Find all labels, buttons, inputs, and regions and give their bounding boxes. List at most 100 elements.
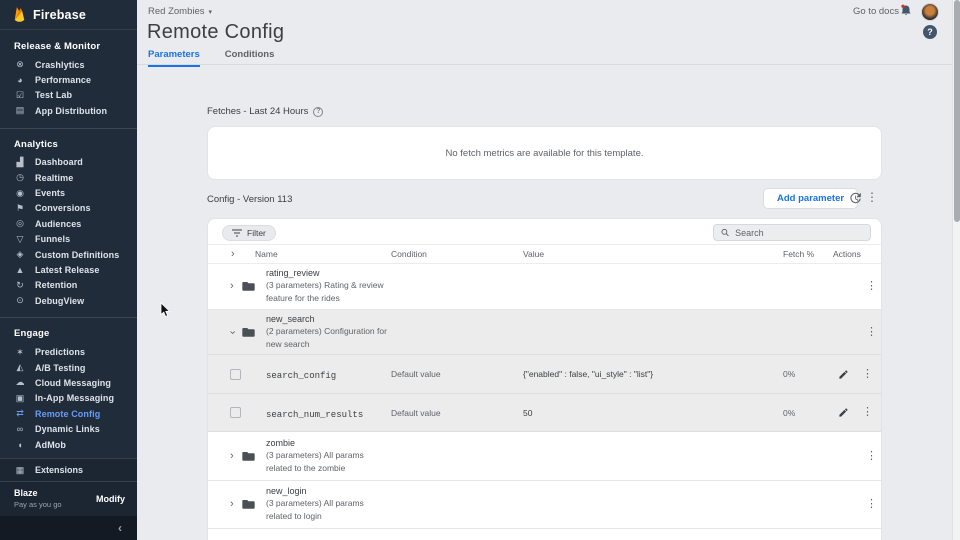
sidebar-item-in-app-messaging[interactable]: ▣In-App Messaging (0, 391, 137, 406)
go-to-docs-link[interactable]: Go to docs (853, 6, 899, 17)
sidebar-item-conversions[interactable]: ⚑Conversions (0, 201, 137, 216)
sidebar-item-admob[interactable]: ◖AdMob (0, 437, 137, 452)
notifications-bell-icon[interactable] (900, 4, 912, 22)
sidebar-item-label: Performance (35, 75, 91, 85)
dashboard-icon: ▟ (14, 157, 26, 168)
row-actions-cell: ⋮ (833, 281, 882, 292)
table-row-search-config[interactable]: search_configDefault value{"enabled" : f… (208, 355, 881, 394)
search-input[interactable] (735, 228, 863, 238)
fetches-label-text: Fetches - Last 24 Hours (207, 106, 308, 117)
row-name-cell: zombie(3 parameters) All params related … (266, 438, 391, 475)
sidebar-item-a-b-testing[interactable]: ◭A/B Testing (0, 360, 137, 375)
sidebar-item-predictions[interactable]: ✶Predictions (0, 344, 137, 359)
row-actions-cell: ⋮ (833, 369, 882, 380)
test-lab-icon: ☑ (14, 90, 26, 101)
plan-name: Blaze (14, 488, 62, 498)
collapse-sidebar-icon[interactable]: ‹ (118, 522, 122, 534)
sidebar-item-label: Retention (35, 280, 77, 290)
predictions-icon: ✶ (14, 347, 26, 358)
sidebar-item-audiences[interactable]: ◎Audiences (0, 216, 137, 231)
realtime-icon: ◷ (14, 172, 26, 183)
config-overflow-menu-icon[interactable]: ⋮ (866, 190, 878, 204)
table-row-rating-review[interactable]: › rating_review(3 parameters) Rating & re… (208, 264, 881, 310)
sidebar-item-test-lab[interactable]: ☑ Test Lab (0, 88, 137, 103)
sidebar-item-crashlytics[interactable]: ⊗Crashlytics (0, 57, 137, 72)
edit-pencil-icon[interactable] (838, 407, 849, 418)
sidebar-item-custom-definitions[interactable]: ◈Custom Definitions (0, 247, 137, 262)
expand-all-chevron-icon[interactable]: › (231, 249, 235, 260)
table-row-new-login[interactable]: ›new_login(3 parameters) All params rela… (208, 481, 881, 529)
row-name-cell: rating_review(3 parameters) Rating & rev… (266, 268, 391, 305)
sidebar-item-dynamic-links[interactable]: ∞Dynamic Links (0, 421, 137, 436)
sidebar-item-dashboard[interactable]: ▟Dashboard (0, 155, 137, 170)
parameters-card: Filter › Name Condition Value Fetch % Ac… (207, 218, 882, 540)
sidebar-item-label: App Distribution (35, 106, 107, 116)
version-history-icon[interactable] (848, 191, 862, 210)
sidebar-item-label: Test Lab (35, 90, 72, 100)
sidebar-item-realtime[interactable]: ◷Realtime (0, 170, 137, 185)
column-header-condition: Condition (391, 249, 523, 259)
sidebar-item-events[interactable]: ◉Events (0, 185, 137, 200)
parameter-name: search_config (266, 371, 336, 381)
row-checkbox[interactable] (230, 369, 241, 380)
custom-definitions-icon: ◈ (14, 249, 26, 260)
row-checkbox[interactable] (230, 407, 241, 418)
group-description: (3 parameters) All params related to log… (266, 497, 391, 523)
row-condition-cell: Default value (391, 369, 523, 379)
sidebar-item-label: DebugView (35, 296, 84, 306)
sidebar-item-remote-config[interactable]: ⇄Remote Config (0, 406, 137, 421)
chevron-right-icon[interactable]: › (230, 451, 234, 462)
fetch-metrics-card: No fetch metrics are available for this … (207, 126, 882, 180)
group-description: (3 parameters) All params related to the… (266, 449, 391, 475)
chevron-right-icon[interactable]: › (230, 499, 234, 510)
modify-plan-button[interactable]: Modify (96, 494, 125, 504)
avatar[interactable] (921, 3, 939, 21)
add-parameter-button[interactable]: Add parameter (763, 188, 858, 209)
row-overflow-menu-icon[interactable]: ⋮ (866, 499, 877, 510)
table-row-new-search[interactable]: ›new_search(2 parameters) Configuration … (208, 310, 881, 355)
row-actions-cell: ⋮ (833, 499, 882, 510)
section-title-release-monitor: Release & Monitor (14, 41, 137, 52)
group-description: (3 parameters) Rating & review feature f… (266, 279, 391, 305)
filter-label: Filter (247, 228, 266, 238)
table-row-search-num-results[interactable]: search_num_resultsDefault value500%⋮ (208, 394, 881, 432)
remote-config-icon: ⇄ (14, 408, 26, 419)
row-expand-cell: › (208, 281, 266, 292)
sidebar-item-latest-release[interactable]: ▲Latest Release (0, 262, 137, 277)
chevron-down-icon[interactable]: › (226, 330, 237, 334)
sidebar-item-debugview[interactable]: ⊙DebugView (0, 293, 137, 308)
sidebar-item-app-distribution[interactable]: ▤App Distribution (0, 103, 137, 118)
search-icon (721, 228, 729, 237)
scrollbar-thumb[interactable] (954, 0, 960, 222)
extensions-label: Extensions (35, 465, 83, 475)
audiences-icon: ◎ (14, 218, 26, 229)
sidebar-item-performance[interactable]: ◕Performance (0, 72, 137, 87)
tab-conditions[interactable]: Conditions (225, 49, 275, 67)
sidebar-item-cloud-messaging[interactable]: ☁Cloud Messaging (0, 375, 137, 390)
folder-icon (242, 327, 255, 338)
vertical-scrollbar[interactable] (952, 0, 960, 540)
row-overflow-menu-icon[interactable]: ⋮ (866, 281, 877, 292)
row-overflow-menu-icon[interactable]: ⋮ (862, 407, 873, 418)
firebase-flame-icon (13, 6, 26, 23)
fetches-help-icon[interactable]: ? (313, 107, 323, 117)
row-expand-cell (208, 407, 266, 418)
row-value-cell: 50 (523, 408, 781, 418)
sidebar-item-extensions[interactable]: ▦ Extensions (0, 459, 137, 481)
cloud-messaging-icon: ☁ (14, 377, 26, 388)
sidebar-item-retention[interactable]: ↻Retention (0, 278, 137, 293)
help-icon[interactable]: ? (923, 25, 937, 39)
firebase-logo[interactable]: Firebase (0, 0, 137, 30)
row-overflow-menu-icon[interactable]: ⋮ (866, 451, 877, 462)
row-overflow-menu-icon[interactable]: ⋮ (866, 327, 877, 338)
tab-parameters[interactable]: Parameters (148, 49, 200, 67)
edit-pencil-icon[interactable] (838, 369, 849, 380)
project-selector[interactable]: Red Zombies▾ (148, 6, 212, 17)
row-overflow-menu-icon[interactable]: ⋮ (862, 369, 873, 380)
chevron-right-icon[interactable]: › (230, 281, 234, 292)
sidebar-item-funnels[interactable]: ▽Funnels (0, 232, 137, 247)
plan-section: Blaze Pay as you go Modify (0, 481, 137, 516)
row-expand-cell: › (208, 499, 266, 510)
filter-button[interactable]: Filter (222, 225, 276, 241)
table-row-zombie[interactable]: › zombie(3 parameters) All params related… (208, 432, 881, 481)
